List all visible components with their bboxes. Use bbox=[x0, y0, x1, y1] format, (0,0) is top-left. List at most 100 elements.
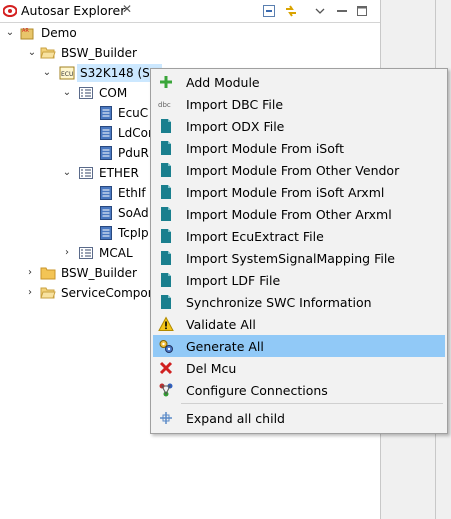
svg-text:dbc: dbc bbox=[158, 101, 171, 109]
module-file-icon bbox=[100, 126, 112, 140]
tree-label: ETHER bbox=[99, 166, 139, 180]
menu-item-label: Import ODX File bbox=[186, 119, 285, 134]
tree-item-ecuc[interactable]: EcuC bbox=[0, 103, 150, 123]
menu-item-label: Expand all child bbox=[186, 411, 285, 426]
view-title[interactable]: Autosar Explorer bbox=[21, 3, 125, 18]
menu-item-label: Import Module From iSoft bbox=[186, 141, 344, 156]
module-file-icon bbox=[100, 206, 112, 220]
project-icon: AR bbox=[20, 28, 34, 40]
collapsed-arrow-icon[interactable]: › bbox=[25, 263, 35, 283]
expanded-arrow-icon[interactable]: ⌄ bbox=[5, 23, 15, 43]
tree-item-pdur[interactable]: PduR bbox=[0, 143, 150, 163]
file-icon bbox=[161, 119, 171, 133]
tree-label: EthIf bbox=[118, 186, 146, 200]
connections-icon bbox=[159, 383, 173, 397]
tree-item-soad[interactable]: SoAd bbox=[0, 203, 150, 223]
tree-item-service-component[interactable]: › ServiceCompor bbox=[0, 283, 153, 303]
menu-item-label: Import EcuExtract File bbox=[186, 229, 324, 244]
close-icon[interactable]: ✕ bbox=[122, 2, 132, 16]
menu-item-import-module-isoft-arxml[interactable]: Import Module From iSoft Arxml bbox=[153, 181, 445, 203]
gears-icon bbox=[159, 340, 173, 353]
menu-item-del-mcu[interactable]: Del Mcu bbox=[153, 357, 445, 379]
tree-item-tcpip[interactable]: TcpIp bbox=[0, 223, 150, 243]
collapsed-arrow-icon[interactable]: › bbox=[62, 243, 72, 263]
tree-item-demo[interactable]: ⌄ AR Demo bbox=[0, 23, 150, 43]
minimize-icon[interactable] bbox=[334, 3, 350, 19]
menu-item-validate-all[interactable]: Validate All bbox=[153, 313, 445, 335]
tree-label: COM bbox=[99, 86, 128, 100]
module-file-icon bbox=[100, 106, 112, 120]
warning-icon bbox=[158, 316, 174, 331]
module-group-icon bbox=[79, 87, 93, 99]
tree-label: S32K148 (S3 bbox=[80, 66, 158, 80]
tree-label: BSW_Builder bbox=[61, 266, 137, 280]
module-file-icon bbox=[100, 186, 112, 200]
menu-item-import-ecuextract[interactable]: Import EcuExtract File bbox=[153, 225, 445, 247]
menu-item-import-module-other-arxml[interactable]: Import Module From Other Arxml bbox=[153, 203, 445, 225]
expanded-arrow-icon[interactable]: ⌄ bbox=[62, 83, 72, 103]
menu-separator bbox=[181, 403, 443, 404]
menu-item-import-odx[interactable]: Import ODX File bbox=[153, 115, 445, 137]
tree-item-ether[interactable]: ⌄ ETHER bbox=[0, 163, 150, 183]
expand-icon bbox=[160, 412, 172, 424]
menu-item-label: Del Mcu bbox=[186, 361, 237, 376]
menu-item-configure-connections[interactable]: Configure Connections bbox=[153, 379, 445, 401]
folder-open-icon bbox=[40, 287, 56, 299]
expanded-arrow-icon[interactable]: ⌄ bbox=[62, 163, 72, 183]
expanded-arrow-icon[interactable]: ⌄ bbox=[27, 43, 37, 63]
menu-item-label: Add Module bbox=[186, 75, 260, 90]
folder-open-icon bbox=[40, 47, 56, 59]
menu-item-import-ldf[interactable]: Import LDF File bbox=[153, 269, 445, 291]
menu-item-synchronize-swc[interactable]: Synchronize SWC Information bbox=[153, 291, 445, 313]
menu-item-import-dbc[interactable]: dbc Import DBC File bbox=[153, 93, 445, 115]
tree-item-com[interactable]: ⌄ COM bbox=[0, 83, 150, 103]
file-icon bbox=[161, 141, 171, 155]
menu-item-generate-all[interactable]: Generate All bbox=[153, 335, 445, 357]
tree-label: SoAd bbox=[118, 206, 149, 220]
menu-item-label: Import Module From Other Arxml bbox=[186, 207, 392, 222]
file-icon bbox=[161, 251, 171, 265]
file-icon bbox=[161, 229, 171, 243]
delete-icon bbox=[159, 361, 173, 375]
svg-text:ECU: ECU bbox=[61, 71, 73, 78]
menu-item-expand-all-child[interactable]: Expand all child bbox=[153, 407, 445, 429]
tree-item-bsw-builder[interactable]: ⌄ BSW_Builder bbox=[0, 43, 150, 63]
menu-item-import-module-isoft[interactable]: Import Module From iSoft bbox=[153, 137, 445, 159]
tree-item-bsw-builder-2[interactable]: › BSW_Builder bbox=[0, 263, 150, 283]
menu-item-label: Import Module From iSoft Arxml bbox=[186, 185, 385, 200]
tree-label: LdCor bbox=[118, 126, 153, 140]
folder-icon bbox=[40, 267, 56, 280]
menu-item-import-module-other-vendor[interactable]: Import Module From Other Vendor bbox=[153, 159, 445, 181]
tree-label: BSW_Builder bbox=[61, 46, 137, 60]
ecu-icon: ECU bbox=[59, 66, 75, 80]
link-with-editor-icon[interactable] bbox=[283, 3, 299, 19]
tree-item-s32k148[interactable]: ⌄ ECU S32K148 (S3 bbox=[0, 63, 162, 83]
add-icon bbox=[160, 76, 172, 88]
file-icon bbox=[161, 273, 171, 287]
module-file-icon bbox=[100, 146, 112, 160]
menu-item-label: Generate All bbox=[186, 339, 264, 354]
menu-item-import-systemsignalmapping[interactable]: Import SystemSignalMapping File bbox=[153, 247, 445, 269]
collapse-all-icon[interactable] bbox=[261, 3, 277, 19]
tree-label: TcpIp bbox=[118, 226, 149, 240]
expanded-arrow-icon[interactable]: ⌄ bbox=[42, 63, 52, 83]
tree-item-ethif[interactable]: EthIf bbox=[0, 183, 150, 203]
tree-item-ldcom[interactable]: LdCor bbox=[0, 123, 153, 143]
tree-label: EcuC bbox=[118, 106, 149, 120]
collapsed-arrow-icon[interactable]: › bbox=[25, 283, 35, 303]
file-icon bbox=[161, 185, 171, 199]
view-menu-icon[interactable] bbox=[312, 3, 328, 19]
file-icon bbox=[161, 207, 171, 221]
tree-label: PduR bbox=[118, 146, 149, 160]
menu-item-label: Synchronize SWC Information bbox=[186, 295, 372, 310]
menu-item-label: Validate All bbox=[186, 317, 256, 332]
menu-item-add-module[interactable]: Add Module bbox=[153, 71, 445, 93]
menu-item-label: Import DBC File bbox=[186, 97, 284, 112]
menu-item-label: Import LDF File bbox=[186, 273, 281, 288]
tree-label: MCAL bbox=[99, 246, 133, 260]
autosar-logo-icon bbox=[3, 5, 17, 17]
maximize-icon[interactable] bbox=[354, 3, 370, 19]
tree-item-mcal[interactable]: › MCAL bbox=[0, 243, 150, 263]
menu-item-label: Configure Connections bbox=[186, 383, 328, 398]
file-icon bbox=[161, 295, 171, 309]
